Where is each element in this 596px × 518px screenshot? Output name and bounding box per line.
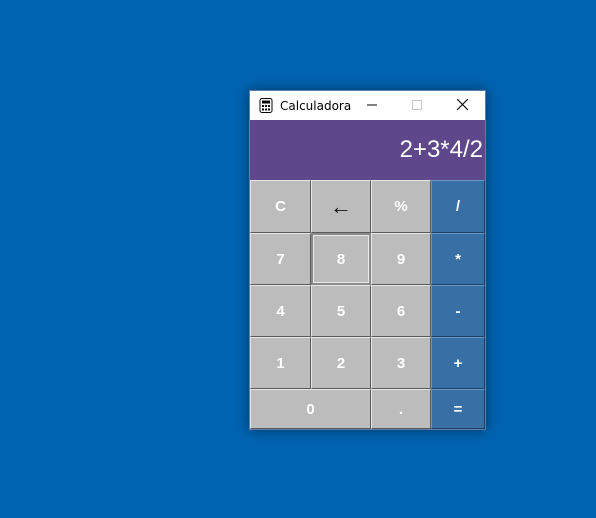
close-icon bbox=[456, 97, 468, 115]
digit-4-button[interactable]: 4 bbox=[250, 285, 311, 337]
digit-6-button[interactable]: 6 bbox=[371, 285, 431, 337]
minimize-button[interactable] bbox=[349, 91, 395, 120]
equals-button[interactable]: = bbox=[431, 389, 485, 429]
digit-3-button[interactable]: 3 bbox=[371, 337, 431, 389]
percent-button[interactable]: % bbox=[371, 180, 431, 233]
decimal-button[interactable]: . bbox=[371, 389, 431, 429]
window-title: Calculadora bbox=[280, 99, 352, 113]
add-button[interactable]: + bbox=[431, 337, 485, 389]
divide-button[interactable]: / bbox=[431, 180, 485, 233]
maximize-icon bbox=[412, 97, 422, 115]
keypad: C ← % / 7 8 9 * 4 5 6 - 1 2 3 + 0 . = bbox=[250, 180, 485, 429]
calculator-icon bbox=[259, 98, 273, 113]
display-expression: 2+3*4/2 bbox=[399, 136, 483, 163]
digit-8-button[interactable]: 8 bbox=[311, 233, 371, 285]
digit-7-button[interactable]: 7 bbox=[250, 233, 311, 285]
digit-2-button[interactable]: 2 bbox=[311, 337, 371, 389]
clear-button[interactable]: C bbox=[250, 180, 311, 233]
digit-0-button[interactable]: 0 bbox=[250, 389, 371, 429]
subtract-button[interactable]: - bbox=[431, 285, 485, 337]
multiply-button[interactable]: * bbox=[431, 233, 485, 285]
display-panel: 2+3*4/2 bbox=[250, 120, 485, 180]
maximize-button[interactable] bbox=[394, 91, 440, 120]
digit-1-button[interactable]: 1 bbox=[250, 337, 311, 389]
title-bar[interactable]: Calculadora bbox=[250, 91, 485, 120]
digit-9-button[interactable]: 9 bbox=[371, 233, 431, 285]
backspace-button[interactable]: ← bbox=[311, 180, 371, 233]
digit-5-button[interactable]: 5 bbox=[311, 285, 371, 337]
calculator-window: Calculadora 2+3*4/2 C ← % / 7 8 9 * 4 5 … bbox=[249, 90, 486, 430]
close-button[interactable] bbox=[439, 91, 485, 120]
minimize-icon bbox=[367, 97, 377, 115]
